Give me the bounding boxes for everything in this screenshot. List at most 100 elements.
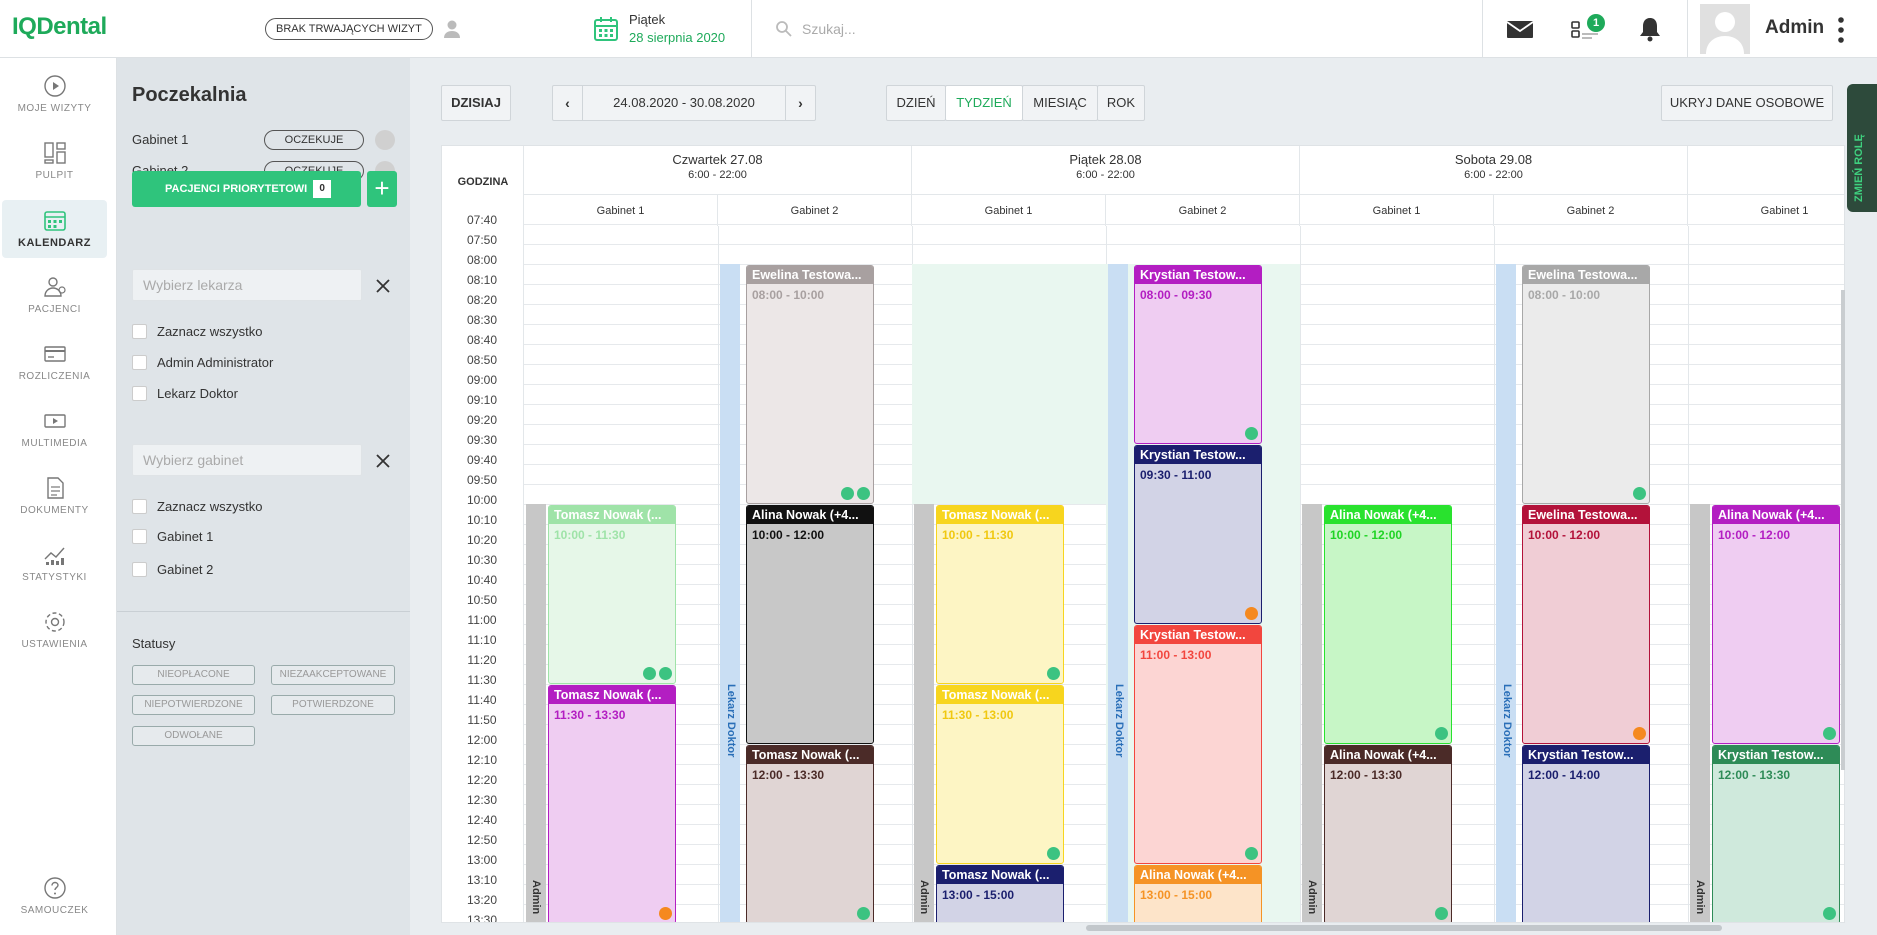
appointment-title: Krystian Testow...	[1713, 746, 1839, 764]
sidebar-item-statistics[interactable]: STATYSTYKI	[2, 535, 107, 593]
appointment-card[interactable]: Krystian Testow... 11:00 - 13:00	[1134, 625, 1262, 864]
top-bar: IQDental BRAK TRWAJĄCYCH WIZYT Piątek 28…	[0, 0, 1877, 58]
doctor-select[interactable]	[132, 269, 362, 301]
view-day-button[interactable]: DZIEŃ	[886, 85, 946, 121]
avatar[interactable]	[1700, 4, 1750, 54]
user-name[interactable]: Admin	[1765, 17, 1824, 39]
current-date: 28 sierpnia 2020	[629, 30, 726, 45]
appointment-card[interactable]: Alina Nowak (+4... 10:00 - 12:00	[746, 505, 874, 744]
appointment-card[interactable]: Alina Nowak (+4... 13:00 - 15:00	[1134, 865, 1262, 922]
today-button[interactable]: DZISIAJ	[441, 85, 511, 121]
sidebar-item-label: DOKUMENTY	[20, 505, 89, 516]
appointment-title: Tomasz Nowak (...	[937, 866, 1063, 884]
checkbox[interactable]	[132, 355, 147, 370]
calendar-icon[interactable]	[593, 16, 619, 42]
time-label: 12:10	[466, 753, 498, 767]
available-slot[interactable]	[912, 264, 1106, 504]
time-row-line	[524, 224, 1844, 225]
panel-title: Poczekalnia	[132, 84, 247, 106]
checkbox[interactable]	[132, 529, 147, 544]
column-separator	[718, 226, 719, 922]
appointment-card[interactable]: Tomasz Nowak (... 11:30 - 13:30	[548, 685, 676, 922]
room-status-pill[interactable]: OCZEKUJE	[264, 130, 364, 150]
appointment-time: 12:00 - 13:30	[1330, 768, 1403, 782]
chart-icon	[44, 547, 65, 565]
money-icon	[857, 487, 870, 500]
admin-strip-label: Admin	[918, 880, 930, 915]
sidebar-item-billing[interactable]: ROZLICZENIA	[2, 334, 107, 392]
appointment-time: 08:00 - 09:30	[1140, 288, 1213, 302]
appointment-card[interactable]: Tomasz Nowak (... 12:00 - 13:30	[746, 745, 874, 922]
appointment-card[interactable]: Krystian Testow... 08:00 - 09:30	[1134, 265, 1262, 444]
admin-schedule-strip: Admin	[1690, 504, 1710, 922]
bell-icon[interactable]	[1635, 16, 1665, 42]
user-icon	[1047, 847, 1060, 860]
calendar-icon	[44, 211, 66, 231]
prev-week-button[interactable]: ‹	[553, 86, 583, 120]
checkbox[interactable]	[132, 499, 147, 514]
sidebar-item-dashboard[interactable]: PULPIT	[2, 133, 107, 191]
add-priority-button[interactable]: +	[367, 171, 397, 207]
checkbox[interactable]	[132, 386, 147, 401]
appointment-time: 13:00 - 15:00	[1140, 888, 1213, 902]
appointment-time: 11:00 - 13:00	[1140, 648, 1212, 662]
status-filter-unaccepted[interactable]: NIEZAAKCEPTOWANE	[271, 665, 395, 685]
time-label: 08:30	[466, 313, 498, 327]
close-icon[interactable]	[375, 278, 391, 294]
sidebar-item-settings[interactable]: USTAWIENIA	[2, 602, 107, 660]
appointment-card[interactable]: Alina Nowak (+4... 10:00 - 12:00	[1712, 505, 1840, 744]
status-filter-confirmed[interactable]: POTWIERDZONE	[271, 695, 395, 715]
date-range: 24.08.2020 - 30.08.2020	[613, 95, 755, 110]
appointment-time: 10:00 - 12:00	[1330, 528, 1403, 542]
document-icon	[47, 477, 64, 499]
appointment-title: Tomasz Nowak (...	[549, 506, 675, 524]
appointment-card[interactable]: Ewelina Testowa... 08:00 - 10:00	[746, 265, 874, 504]
appointment-card[interactable]: Tomasz Nowak (... 10:00 - 11:30	[548, 505, 676, 684]
appointment-card[interactable]: Tomasz Nowak (... 13:00 - 15:00	[936, 865, 1064, 922]
appointment-card[interactable]: Tomasz Nowak (... 11:30 - 13:00	[936, 685, 1064, 864]
time-label: 12:30	[466, 793, 498, 807]
appointment-title: Tomasz Nowak (...	[549, 686, 675, 704]
appointment-card[interactable]: Krystian Testow... 12:00 - 13:30	[1712, 745, 1840, 922]
sidebar-item-label: ROZLICZENIA	[18, 371, 91, 382]
appointment-card[interactable]: Alina Nowak (+4... 12:00 - 13:30	[1324, 745, 1452, 922]
status-filter-unpaid[interactable]: NIEOPŁACONE	[132, 665, 255, 685]
next-week-button[interactable]: ›	[785, 86, 815, 120]
appointment-card[interactable]: Alina Nowak (+4... 10:00 - 12:00	[1324, 505, 1452, 744]
view-week-button[interactable]: TYDZIEŃ	[945, 85, 1023, 121]
appointment-card[interactable]: Ewelina Testowa... 10:00 - 12:00	[1522, 505, 1650, 744]
user-icon	[1047, 667, 1060, 680]
time-label: 08:50	[466, 353, 498, 367]
view-month-button[interactable]: MIESIĄC	[1022, 85, 1098, 121]
room-select[interactable]	[132, 444, 362, 476]
appointment-card[interactable]: Ewelina Testowa... 08:00 - 10:00	[1522, 265, 1650, 504]
room-header: Gabinet 1	[1300, 194, 1494, 226]
view-year-button[interactable]: ROK	[1097, 85, 1145, 121]
status-filter-cancelled[interactable]: ODWOŁANE	[132, 726, 255, 746]
appointment-title: Tomasz Nowak (...	[937, 506, 1063, 524]
more-vertical-icon[interactable]	[1836, 16, 1846, 44]
sidebar-item-documents[interactable]: DOKUMENTY	[2, 468, 107, 526]
mail-icon[interactable]	[1505, 16, 1535, 42]
change-role-tab[interactable]: ZMIEŃ ROLĘ	[1847, 84, 1877, 212]
sidebar-item-calendar[interactable]: KALENDARZ	[2, 200, 107, 258]
time-row-line	[524, 244, 1844, 245]
appointment-card[interactable]: Tomasz Nowak (... 10:00 - 11:30	[936, 505, 1064, 684]
appointment-card[interactable]: Krystian Testow... 12:00 - 14:00	[1522, 745, 1650, 922]
search-input[interactable]	[802, 17, 1152, 41]
sidebar-item-my-visits[interactable]: MOJE WIZYTY	[2, 66, 107, 124]
checkbox[interactable]	[132, 562, 147, 577]
sidebar-item-patients[interactable]: PACJENCI	[2, 267, 107, 325]
appointment-title: Alina Nowak (+4...	[1135, 866, 1261, 884]
status-filter-unconfirmed[interactable]: NIEPOTWIERDZONE	[132, 695, 255, 715]
sidebar-item-multimedia[interactable]: MULTIMEDIA	[2, 401, 107, 459]
horizontal-scrollbar[interactable]	[1086, 925, 1722, 931]
sidebar-item-tutorial[interactable]: SAMOUCZEK	[2, 868, 107, 926]
appointment-card[interactable]: Krystian Testow... 09:30 - 11:00	[1134, 445, 1262, 624]
hide-personal-data-button[interactable]: UKRYJ DANE OSOBOWE	[1661, 85, 1833, 121]
checkbox[interactable]	[132, 324, 147, 339]
priority-patients-button[interactable]: PACJENCI PRIORYTETOWI 0	[132, 171, 361, 207]
close-icon[interactable]	[375, 453, 391, 469]
vertical-scrollbar[interactable]	[1841, 290, 1845, 770]
app-logo[interactable]: IQDental	[12, 13, 107, 41]
